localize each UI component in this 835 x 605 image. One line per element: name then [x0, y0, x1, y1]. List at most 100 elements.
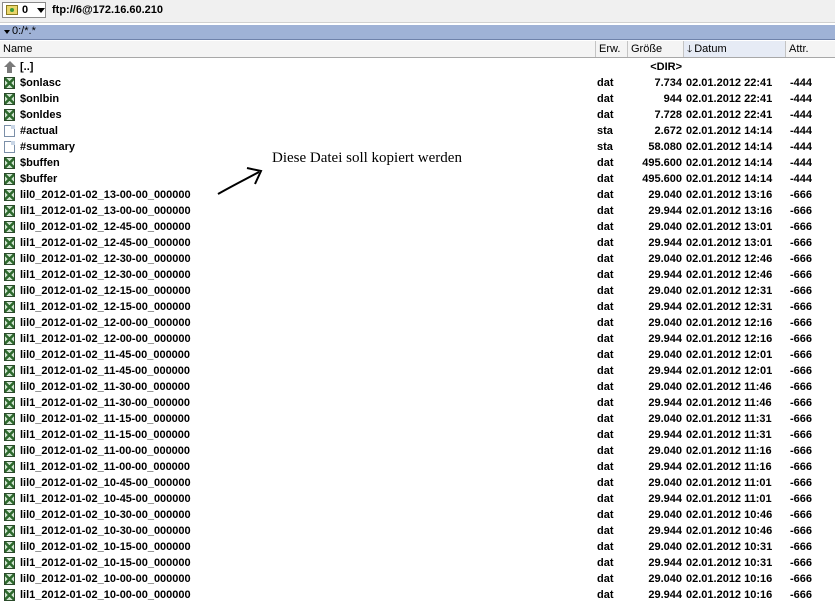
file-size: 29.040 — [648, 349, 682, 361]
column-name-label: Name — [3, 43, 33, 55]
file-attr: -444 — [790, 125, 813, 137]
file-row[interactable]: lil0_2012-01-02_13-00-00_000000 dat 29.040… — [0, 187, 835, 203]
file-ext: dat — [597, 253, 614, 265]
binary-file-icon — [4, 589, 15, 601]
column-header-date[interactable]: 🡓 Datum — [684, 41, 786, 57]
file-row[interactable]: lil0_2012-01-02_10-30-00_000000 dat 29.040… — [0, 507, 835, 523]
binary-file-icon — [4, 189, 15, 201]
file-date: 02.01.2012 13:01 — [686, 221, 773, 233]
file-date: 02.01.2012 11:31 — [686, 429, 772, 441]
column-header: Name Erw. Größe 🡓 Datum Attr. — [0, 41, 835, 58]
file-name: lil1_2012-01-02_10-45-00_000000 — [20, 493, 191, 505]
file-row[interactable]: lil0_2012-01-02_11-45-00_000000 dat 29.040… — [0, 347, 835, 363]
file-date: 02.01.2012 11:16 — [686, 445, 772, 457]
file-ext: dat — [597, 301, 614, 313]
file-date: 02.01.2012 14:14 — [686, 125, 773, 137]
binary-file-icon — [4, 205, 15, 217]
file-row[interactable]: $onlbin dat 944 02.01.2012 22:41 -444 — [0, 91, 835, 107]
file-attr: -666 — [790, 285, 813, 297]
file-row[interactable]: #actual sta 2.672 02.01.2012 14:14 -444 — [0, 123, 835, 139]
file-row[interactable]: lil1_2012-01-02_11-00-00_000000 dat 29.944… — [0, 459, 835, 475]
file-name: lil1_2012-01-02_12-45-00_000000 — [20, 237, 191, 249]
file-attr: -666 — [790, 189, 813, 201]
file-row[interactable]: lil1_2012-01-02_10-45-00_000000 dat 29.944… — [0, 491, 835, 507]
file-name: lil0_2012-01-02_10-45-00_000000 — [20, 477, 191, 489]
file-row[interactable]: $buffer dat 495.600 02.01.2012 14:14 -444 — [0, 171, 835, 187]
file-attr: -666 — [790, 573, 813, 585]
binary-file-icon — [4, 77, 15, 89]
file-date: 02.01.2012 10:46 — [686, 509, 773, 521]
file-row[interactable]: lil0_2012-01-02_12-45-00_000000 dat 29.040… — [0, 219, 835, 235]
binary-file-icon — [4, 269, 15, 281]
file-size: 58.080 — [648, 141, 682, 153]
annotation-text: Diese Datei soll kopiert werden — [272, 150, 462, 166]
file-name: lil0_2012-01-02_12-30-00_000000 — [20, 253, 191, 265]
file-size: 29.944 — [648, 461, 682, 473]
current-path-bar[interactable]: 0:/*.* — [0, 25, 835, 40]
file-size: 29.040 — [648, 541, 682, 553]
file-date: 02.01.2012 11:46 — [686, 397, 772, 409]
file-row[interactable]: lil1_2012-01-02_13-00-00_000000 dat 29.944… — [0, 203, 835, 219]
file-row[interactable]: lil0_2012-01-02_12-30-00_000000 dat 29.040… — [0, 251, 835, 267]
file-row[interactable]: lil1_2012-01-02_11-45-00_000000 dat 29.944… — [0, 363, 835, 379]
file-ext: dat — [597, 77, 614, 89]
column-header-size[interactable]: Größe — [628, 41, 684, 57]
file-name: lil0_2012-01-02_11-45-00_000000 — [20, 349, 191, 361]
file-row[interactable]: lil1_2012-01-02_12-30-00_000000 dat 29.944… — [0, 267, 835, 283]
file-date: 02.01.2012 10:46 — [686, 525, 773, 537]
file-ext: dat — [597, 541, 614, 553]
file-name: lil0_2012-01-02_12-45-00_000000 — [20, 221, 191, 233]
file-row[interactable]: lil0_2012-01-02_12-15-00_000000 dat 29.040… — [0, 283, 835, 299]
binary-file-icon — [4, 557, 15, 569]
file-row[interactable]: lil0_2012-01-02_10-00-00_000000 dat 29.040… — [0, 571, 835, 587]
file-ext: dat — [597, 269, 614, 281]
document-icon — [4, 141, 15, 153]
file-row[interactable]: lil1_2012-01-02_10-15-00_000000 dat 29.944… — [0, 555, 835, 571]
binary-file-icon — [4, 397, 15, 409]
file-date: 02.01.2012 10:16 — [686, 573, 773, 585]
current-path: 0:/*.* — [12, 25, 36, 37]
column-header-attr[interactable]: Attr. — [786, 41, 835, 57]
binary-file-icon — [4, 93, 15, 105]
binary-file-icon — [4, 573, 15, 585]
file-row[interactable]: lil0_2012-01-02_11-30-00_000000 dat 29.040… — [0, 379, 835, 395]
path-menu-icon[interactable] — [4, 30, 10, 34]
file-row[interactable]: lil1_2012-01-02_12-15-00_000000 dat 29.944… — [0, 299, 835, 315]
drive-dropdown[interactable]: 0 — [2, 2, 46, 18]
file-row[interactable]: lil1_2012-01-02_10-30-00_000000 dat 29.944… — [0, 523, 835, 539]
file-name: lil1_2012-01-02_12-30-00_000000 — [20, 269, 191, 281]
binary-file-icon — [4, 253, 15, 265]
file-row[interactable]: lil1_2012-01-02_11-30-00_000000 dat 29.944… — [0, 395, 835, 411]
file-attr: -666 — [790, 381, 813, 393]
column-date-label: Datum — [694, 43, 727, 55]
column-header-name[interactable]: Name — [0, 41, 596, 57]
binary-file-icon — [4, 237, 15, 249]
file-size: 29.944 — [648, 365, 682, 377]
file-row[interactable]: lil1_2012-01-02_12-45-00_000000 dat 29.944… — [0, 235, 835, 251]
file-name: $onlasc — [20, 77, 61, 89]
file-attr: -666 — [790, 205, 813, 217]
file-name: lil0_2012-01-02_13-00-00_000000 — [20, 189, 191, 201]
file-row[interactable]: lil0_2012-01-02_11-00-00_000000 dat 29.040… — [0, 443, 835, 459]
file-row[interactable]: [..] <DIR> — [0, 59, 835, 75]
file-size: 29.040 — [648, 509, 682, 521]
file-date: 02.01.2012 14:14 — [686, 173, 773, 185]
file-ext: dat — [597, 397, 614, 409]
file-size: 29.944 — [648, 237, 682, 249]
sort-down-arrow-icon: 🡓 — [687, 44, 693, 55]
file-ext: dat — [597, 237, 614, 249]
file-row[interactable]: $onlasc dat 7.734 02.01.2012 22:41 -444 — [0, 75, 835, 91]
column-header-ext[interactable]: Erw. — [596, 41, 628, 57]
file-row[interactable]: $onldes dat 7.728 02.01.2012 22:41 -444 — [0, 107, 835, 123]
file-row[interactable]: lil0_2012-01-02_10-15-00_000000 dat 29.040… — [0, 539, 835, 555]
file-ext: dat — [597, 477, 614, 489]
file-row[interactable]: lil0_2012-01-02_10-45-00_000000 dat 29.040… — [0, 475, 835, 491]
file-row[interactable]: lil0_2012-01-02_11-15-00_000000 dat 29.040… — [0, 411, 835, 427]
file-row[interactable]: lil0_2012-01-02_12-00-00_000000 dat 29.040… — [0, 315, 835, 331]
file-row[interactable]: lil1_2012-01-02_12-00-00_000000 dat 29.944… — [0, 331, 835, 347]
file-row[interactable]: lil1_2012-01-02_10-00-00_000000 dat 29.944… — [0, 587, 835, 603]
file-row[interactable]: lil1_2012-01-02_11-15-00_000000 dat 29.944… — [0, 427, 835, 443]
file-size: 29.944 — [648, 397, 682, 409]
file-name: lil1_2012-01-02_12-15-00_000000 — [20, 301, 191, 313]
chevron-down-icon[interactable] — [37, 8, 45, 13]
